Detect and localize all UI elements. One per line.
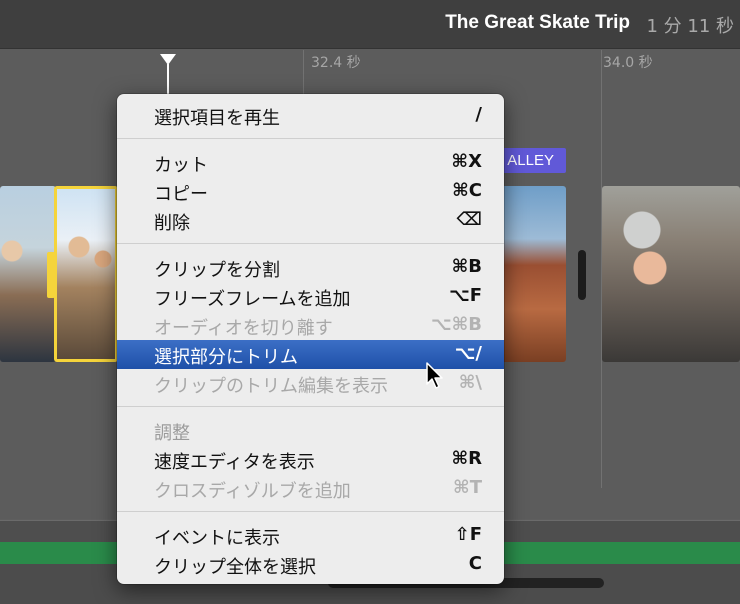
menu-item-label: 削除 (154, 213, 190, 234)
project-title: The Great Skate Trip (445, 12, 630, 33)
menu-item-detach-audio: オーディオを切り離す ⌥⌘B (117, 311, 504, 340)
menu-item-play-selection[interactable]: 選択項目を再生 / (117, 101, 504, 130)
menu-item-shortcut: / (475, 104, 482, 125)
menu-item-label: クロスディゾルブを追加 (154, 481, 351, 502)
menu-item-label: イベントに表示 (154, 528, 280, 549)
selected-video-clip[interactable] (54, 186, 118, 362)
menu-item-label: カット (154, 155, 208, 176)
menu-separator (117, 138, 504, 139)
menu-item-shortcut: ⌘B (451, 256, 482, 277)
menu-item-label: 選択項目を再生 (154, 108, 280, 129)
delete-key-icon: ⌫ (456, 209, 482, 230)
menu-item-shortcut: C (468, 553, 482, 574)
menu-item-reveal-in-event[interactable]: イベントに表示 ⇧F (117, 521, 504, 550)
menu-item-shortcut: ⌘X (451, 151, 482, 172)
menu-item-cut[interactable]: カット ⌘X (117, 148, 504, 177)
menu-item-label: フリーズフレームを追加 (154, 289, 351, 310)
clip-trim-handle[interactable] (47, 252, 55, 298)
menu-item-shortcut: ⇧F (454, 524, 482, 545)
menu-item-select-entire-clip[interactable]: クリップ全体を選択 C (117, 550, 504, 579)
menu-item-add-freeze-frame[interactable]: フリーズフレームを追加 ⌥F (117, 282, 504, 311)
menu-item-trim-to-selection[interactable]: 選択部分にトリム ⌥/ (117, 340, 504, 369)
menu-item-add-cross-dissolve: クロスディゾルブを追加 ⌘T (117, 474, 504, 503)
context-menu: 選択項目を再生 / カット ⌘X コピー ⌘C 削除 ⌫ クリップを分割 ⌘B … (117, 94, 504, 584)
menu-section-heading-adjust: 調整 (117, 416, 504, 445)
menu-item-label: クリップのトリム編集を表示 (154, 376, 388, 397)
video-clip[interactable] (500, 186, 566, 362)
menu-separator (117, 406, 504, 407)
menu-item-shortcut: ⌘C (452, 180, 482, 201)
menu-item-label: 速度エディタを表示 (154, 452, 315, 473)
ruler-label: 34.0 秒 (603, 55, 653, 71)
menu-item-delete[interactable]: 削除 ⌫ (117, 206, 504, 235)
menu-item-label: コピー (154, 184, 208, 205)
clip-title-tag[interactable]: ALLEY (497, 148, 566, 173)
ruler-label: 32.4 秒 (311, 55, 361, 71)
menu-item-label: クリップを分割 (154, 260, 280, 281)
menu-item-show-speed-editor[interactable]: 速度エディタを表示 ⌘R (117, 445, 504, 474)
mouse-pointer-icon (426, 362, 443, 389)
clip-skimmer-handle[interactable] (578, 250, 586, 300)
menu-item-split-clip[interactable]: クリップを分割 ⌘B (117, 253, 504, 282)
menu-item-show-clip-trimmer: クリップのトリム編集を表示 ⌘\ (117, 369, 504, 398)
menu-item-shortcut: ⌘T (453, 477, 482, 498)
menu-separator (117, 511, 504, 512)
video-clip[interactable] (602, 186, 740, 362)
menu-heading-label: 調整 (154, 423, 190, 444)
project-duration: 1 分 11 秒 (646, 16, 734, 37)
menu-item-shortcut: ⌥/ (454, 343, 482, 364)
menu-item-label: 選択部分にトリム (154, 347, 298, 368)
menu-item-label: オーディオを切り離す (154, 318, 333, 339)
menu-separator (117, 243, 504, 244)
menu-item-label: クリップ全体を選択 (154, 557, 316, 578)
project-title-bar: The Great Skate Trip 1 分 11 秒 (0, 0, 740, 49)
menu-item-shortcut: ⌥⌘B (430, 314, 482, 335)
menu-item-copy[interactable]: コピー ⌘C (117, 177, 504, 206)
menu-item-shortcut: ⌘R (451, 448, 482, 469)
menu-item-shortcut: ⌘\ (458, 372, 482, 393)
menu-item-shortcut: ⌥F (448, 285, 482, 306)
